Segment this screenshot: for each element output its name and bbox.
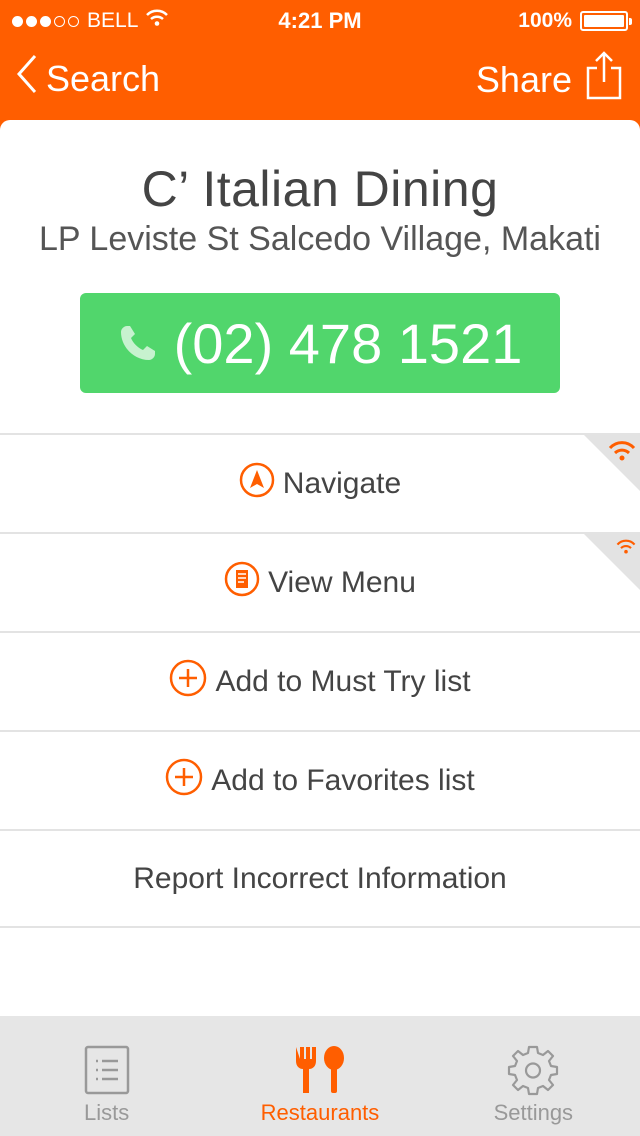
list-icon	[84, 1042, 130, 1098]
restaurant-detail-card: C’ Italian Dining LP Leviste St Salcedo …	[0, 120, 640, 1016]
add-must-try-row[interactable]: Add to Must Try list	[0, 631, 640, 730]
add-favorites-row[interactable]: Add to Favorites list	[0, 730, 640, 829]
gear-icon	[507, 1042, 559, 1098]
tab-lists-label: Lists	[84, 1100, 130, 1125]
tab-lists[interactable]: Lists	[0, 1016, 213, 1136]
share-button[interactable]: Share	[476, 50, 622, 109]
view-menu-row[interactable]: View Menu	[0, 532, 640, 631]
share-label: Share	[475, 58, 572, 100]
online-corner-badge	[584, 534, 640, 590]
wifi-badge-icon	[616, 539, 636, 554]
add-favorites-label: Add to Favorites list	[211, 763, 475, 797]
status-right: 100%	[518, 9, 632, 33]
plus-circle-icon	[165, 758, 203, 804]
plus-circle-icon	[169, 659, 207, 705]
fork-spoon-icon	[293, 1042, 347, 1098]
report-label: Report Incorrect Information	[133, 861, 507, 895]
restaurant-address: LP Leviste St Salcedo Village, Makati	[39, 220, 601, 258]
battery-icon	[580, 11, 632, 31]
view-menu-label: View Menu	[268, 565, 416, 599]
tab-restaurants-label: Restaurants	[260, 1100, 380, 1125]
menu-book-icon	[224, 561, 260, 605]
phone-number: (02) 478 1521	[173, 311, 523, 375]
back-label: Search	[46, 57, 161, 99]
add-must-try-label: Add to Must Try list	[215, 664, 471, 698]
action-list: Navigate View Menu Add to Must Try list	[0, 433, 640, 928]
chevron-left-icon	[16, 54, 38, 103]
share-icon	[586, 50, 622, 109]
tab-settings-label: Settings	[493, 1100, 574, 1125]
restaurant-name: C’ Italian Dining	[141, 161, 499, 217]
online-corner-badge	[584, 435, 640, 491]
phone-icon	[118, 311, 158, 376]
status-bar: BELL 4:21 PM 100%	[0, 0, 640, 40]
wifi-badge-icon	[608, 441, 636, 461]
navigation-bar: Search Share	[0, 40, 640, 120]
navigation-arrow-icon	[239, 462, 275, 506]
navigate-row[interactable]: Navigate	[0, 433, 640, 532]
battery-percent: 100%	[518, 9, 572, 32]
call-button[interactable]: (02) 478 1521	[80, 293, 560, 393]
tab-restaurants[interactable]: Restaurants	[213, 1016, 426, 1136]
navigate-label: Navigate	[282, 466, 402, 500]
tab-bar: Lists Restaurants Settings	[0, 1016, 640, 1136]
back-button[interactable]: Search	[16, 54, 160, 103]
tab-settings[interactable]: Settings	[427, 1016, 640, 1136]
report-row[interactable]: Report Incorrect Information	[0, 829, 640, 928]
